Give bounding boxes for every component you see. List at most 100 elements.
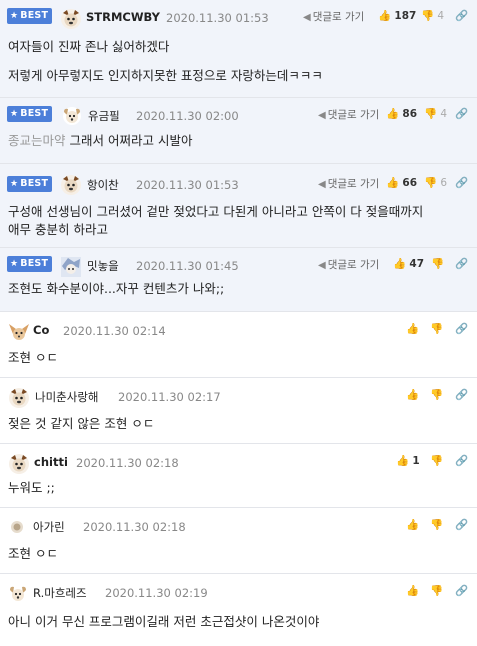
comment-date: 2020.11.30 01:53 [136, 178, 239, 192]
comment-item: R.마흐레즈 2020.11.30 02:19 👍 👎 🔗 아니 이거 무신 프… [0, 574, 477, 646]
thumbs-up-icon: 👍 [396, 455, 410, 467]
comment-text: 구성애 선생님이 그러셨어 겉만 젖었다고 다된게 아니라고 안쪽이 다 젖을때… [8, 204, 424, 219]
thumbs-down-icon: 👎 [430, 389, 444, 401]
thumbs-up-icon: 👍 [406, 585, 420, 597]
comment-author[interactable]: chitti [34, 455, 68, 469]
reply-link[interactable]: ◀ 댓글로 가기 [318, 176, 379, 191]
comment-text: 조현도 화수분이야...자꾸 컨텐츠가 나와;; [8, 281, 225, 296]
best-badge: ★ BEST [7, 106, 52, 122]
dislike-button[interactable]: 👎 4 [421, 9, 444, 22]
comment-text: 여자들이 진짜 존나 싫어하겠다 [8, 39, 170, 54]
comment-header: 아가린 2020.11.30 02:18 👍 👎 🔗 [0, 508, 477, 544]
comment-author[interactable]: R.마흐레즈 [33, 585, 87, 601]
comment-item: ★ BEST 밋놓을 2020.11.30 01:45 ◀ 댓글로 가기 👍 47 … [0, 248, 477, 312]
like-button[interactable]: 👍 1 [396, 454, 420, 467]
reply-link[interactable]: ◀ 댓글로 가기 [303, 9, 364, 24]
like-button[interactable]: 👍 187 [378, 9, 416, 22]
comment-text: 저렇게 아무렇지도 인지하지못한 표정으로 자랑하는데ㅋㅋㅋ [8, 68, 323, 83]
like-button[interactable]: 👍 86 [386, 107, 417, 120]
thumbs-up-icon: 👍 [406, 389, 420, 401]
comment-text: 누워도 ;; [8, 480, 55, 495]
dislike-button[interactable]: 👎 [430, 322, 443, 335]
share-link-button[interactable]: 🔗 [455, 176, 468, 189]
share-link-button[interactable]: 🔗 [455, 518, 468, 531]
share-link-button[interactable]: 🔗 [455, 584, 468, 597]
thumbs-up-icon: 👍 [393, 258, 407, 270]
reply-arrow-icon: ◀ [318, 260, 326, 271]
star-icon: ★ [10, 109, 19, 119]
dog-face-icon[interactable] [8, 387, 29, 408]
comment-author[interactable]: 아가린 [33, 519, 65, 535]
dislike-button[interactable]: 👎 [430, 518, 443, 531]
dislike-button[interactable]: 👎 4 [424, 107, 447, 120]
like-button[interactable]: 👍 66 [386, 176, 417, 189]
comment-date: 2020.11.30 01:53 [166, 11, 269, 25]
comment-author[interactable]: 밋놓을 [87, 258, 119, 274]
dog-face-icon[interactable] [60, 8, 81, 29]
thumbs-up-icon: 👍 [378, 10, 392, 22]
like-button[interactable]: 👍 [406, 388, 419, 401]
link-icon: 🔗 [455, 323, 469, 335]
thumbs-up-icon: 👍 [386, 177, 400, 189]
share-link-button[interactable]: 🔗 [455, 107, 468, 120]
thumbs-up-icon: 👍 [406, 519, 420, 531]
chihuahua-icon[interactable] [8, 322, 29, 342]
comment-text: 조현 ㅇㄷ [8, 546, 58, 561]
quoted-nick[interactable]: 종교는마약 [8, 133, 66, 148]
link-icon: 🔗 [455, 258, 469, 270]
puppy-face-icon[interactable] [8, 584, 28, 604]
comment-header: ★ BEST STRMCWBY 2020.11.30 01:53 ◀ 댓글로 가기 … [0, 0, 477, 36]
puppy-face-icon[interactable] [62, 106, 82, 126]
comment-date: 2020.11.30 01:45 [136, 259, 239, 273]
comment-item: ★ BEST 유금필 2020.11.30 02:00 ◀ 댓글로 가기 👍 86 … [0, 98, 477, 164]
dog-face-icon[interactable] [8, 453, 29, 474]
share-link-button[interactable]: 🔗 [455, 388, 468, 401]
share-link-button[interactable]: 🔗 [455, 454, 468, 467]
comment-header: R.마흐레즈 2020.11.30 02:19 👍 👎 🔗 [0, 574, 477, 610]
like-button[interactable]: 👍 47 [393, 257, 424, 270]
dislike-button[interactable]: 👎 [430, 388, 443, 401]
like-button[interactable]: 👍 [406, 584, 419, 597]
comment-text: 애무 충분히 하라고 [8, 222, 108, 237]
link-icon: 🔗 [455, 177, 469, 189]
comment-text: 아니 이거 무신 프로그램이길래 저런 초근접샷이 나온것이야 [8, 614, 320, 629]
comment-author[interactable]: 나미춘사랑해 [35, 389, 98, 405]
share-link-button[interactable]: 🔗 [455, 9, 468, 22]
reply-link[interactable]: ◀ 댓글로 가기 [318, 107, 379, 122]
anime-avatar-icon[interactable] [60, 256, 81, 277]
dog-face-icon[interactable] [60, 174, 81, 195]
comment-author[interactable]: 유금필 [88, 108, 120, 124]
comment-author[interactable]: 항이찬 [87, 177, 119, 193]
thumbs-down-icon: 👎 [430, 455, 444, 467]
share-link-button[interactable]: 🔗 [455, 257, 468, 270]
dislike-button[interactable]: 👎 6 [424, 176, 447, 189]
thumbs-down-icon: 👎 [430, 519, 444, 531]
comment-date: 2020.11.30 02:00 [136, 109, 239, 123]
thumbs-up-icon: 👍 [386, 108, 400, 120]
comment-header: ★ BEST 유금필 2020.11.30 02:00 ◀ 댓글로 가기 👍 86 … [0, 98, 477, 134]
reply-link[interactable]: ◀ 댓글로 가기 [318, 257, 379, 272]
dislike-button[interactable]: 👎 [430, 454, 443, 467]
like-button[interactable]: 👍 [406, 322, 419, 335]
link-icon: 🔗 [455, 10, 469, 22]
small-dot-avatar-icon[interactable] [10, 520, 30, 540]
comment-header: Co 2020.11.30 02:14 👍 👎 🔗 [0, 312, 477, 348]
star-icon: ★ [10, 259, 19, 269]
comment-date: 2020.11.30 02:19 [105, 586, 208, 600]
like-button[interactable]: 👍 [406, 518, 419, 531]
share-link-button[interactable]: 🔗 [455, 322, 468, 335]
dislike-button[interactable]: 👎 [430, 584, 443, 597]
star-icon: ★ [10, 179, 19, 189]
comment-author[interactable]: STRMCWBY [86, 10, 160, 24]
comment-text: 종교는마약 그래서 어쩌라고 시발아 [8, 133, 193, 148]
best-badge: ★ BEST [7, 8, 52, 24]
thumbs-down-icon: 👎 [421, 10, 435, 22]
thumbs-down-icon: 👎 [424, 177, 438, 189]
comment-author[interactable]: Co [33, 323, 49, 337]
link-icon: 🔗 [455, 455, 469, 467]
comment-item: Co 2020.11.30 02:14 👍 👎 🔗 조현 ㅇㄷ [0, 312, 477, 378]
dislike-button[interactable]: 👎 [431, 257, 444, 270]
comment-date: 2020.11.30 02:18 [83, 520, 186, 534]
link-icon: 🔗 [455, 519, 469, 531]
thumbs-down-icon: 👎 [430, 585, 444, 597]
